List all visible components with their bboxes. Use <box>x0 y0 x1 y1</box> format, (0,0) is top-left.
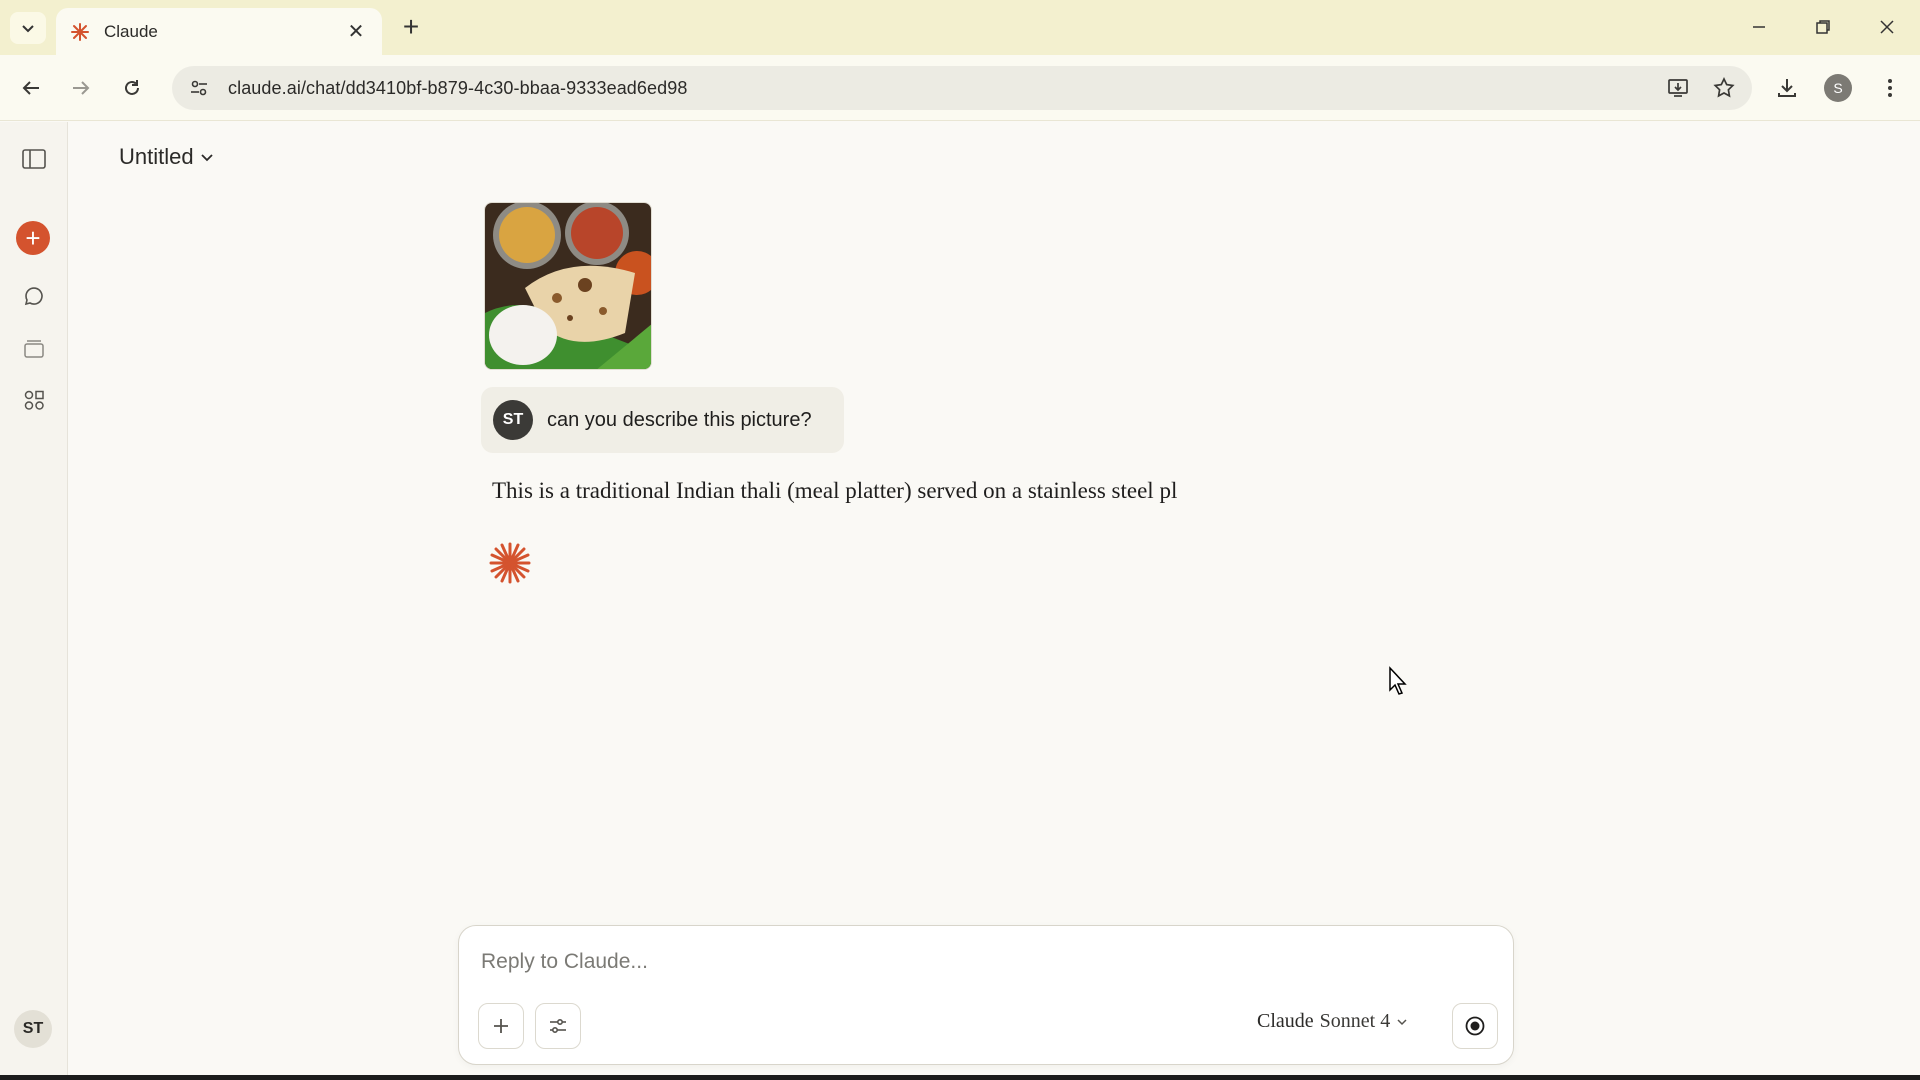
model-selector[interactable]: Claude Sonnet 4 <box>1257 1010 1408 1033</box>
browser-tab-strip: Claude ✕ + <box>0 0 1920 55</box>
browser-tab[interactable]: Claude ✕ <box>56 8 382 55</box>
tools-button[interactable] <box>535 1003 581 1049</box>
toggle-sidebar-button[interactable] <box>17 142 51 176</box>
user-message-text: can you describe this picture? <box>547 408 812 431</box>
user-message: ST can you describe this picture? <box>481 387 844 453</box>
model-brand: Claude <box>1257 1010 1314 1032</box>
forward-button[interactable] <box>64 71 98 105</box>
bookmark-star-icon[interactable] <box>1706 70 1742 106</box>
uploaded-image-thumbnail[interactable] <box>484 202 652 370</box>
browser-menu-button[interactable] <box>1873 71 1907 105</box>
restore-icon <box>1816 20 1830 34</box>
artifacts-button[interactable] <box>17 383 51 417</box>
folder-stack-icon <box>24 340 44 358</box>
download-icon <box>1778 79 1796 97</box>
claude-spark-icon <box>489 542 531 584</box>
arrow-right-icon <box>73 81 90 95</box>
claude-favicon-icon <box>71 22 89 41</box>
chat-title: Untitled <box>119 144 194 169</box>
plus-icon: + <box>25 223 41 253</box>
back-button[interactable] <box>14 71 48 105</box>
sliders-icon <box>550 1018 566 1034</box>
close-icon <box>1880 20 1894 34</box>
more-vertical-icon <box>1888 79 1892 97</box>
tab-search-button[interactable] <box>10 12 46 44</box>
url-text: claude.ai/chat/dd3410bf-b879-4c30-bbaa-9… <box>228 77 688 98</box>
browser-toolbar: claude.ai/chat/dd3410bf-b879-4c30-bbaa-9… <box>0 55 1920 121</box>
new-tab-button[interactable]: + <box>396 11 426 42</box>
chats-button[interactable] <box>17 279 51 313</box>
tab-title: Claude <box>104 21 158 41</box>
food-photo <box>485 203 651 369</box>
record-icon <box>1465 1016 1485 1036</box>
message-composer: Claude Sonnet 4 <box>458 925 1514 1065</box>
screen-bottom-edge <box>0 1075 1920 1080</box>
mouse-cursor-icon <box>1389 666 1407 695</box>
user-avatar[interactable]: ST <box>14 1010 52 1048</box>
chevron-down-icon <box>1397 1018 1407 1025</box>
chevron-down-icon <box>200 154 213 162</box>
reload-icon <box>125 80 139 95</box>
user-message-avatar: ST <box>493 400 533 440</box>
profile-avatar[interactable]: S <box>1824 74 1852 102</box>
projects-button[interactable] <box>17 331 51 365</box>
downloads-button[interactable] <box>1770 71 1804 105</box>
sidebar-toggle-icon <box>22 149 46 169</box>
shapes-icon <box>24 390 44 410</box>
add-attachment-button[interactable] <box>478 1003 524 1049</box>
chat-bubble-icon <box>24 287 43 306</box>
reload-button[interactable] <box>115 71 149 105</box>
restore-button[interactable] <box>1799 8 1847 46</box>
minimize-icon <box>1753 26 1765 28</box>
new-chat-button[interactable]: + <box>16 221 50 255</box>
assistant-message-text: This is a traditional Indian thali (meal… <box>492 478 1178 503</box>
plus-icon <box>494 1019 508 1033</box>
tab-close-icon[interactable]: ✕ <box>344 20 368 44</box>
sidebar-rail: + ST <box>0 122 68 1080</box>
chevron-down-icon <box>22 25 34 33</box>
model-name: Sonnet 4 <box>1319 1010 1391 1032</box>
reply-input[interactable] <box>481 950 1381 974</box>
site-info-icon[interactable] <box>184 73 214 103</box>
close-window-button[interactable] <box>1863 8 1911 46</box>
install-app-icon[interactable] <box>1660 70 1696 106</box>
chat-title-dropdown[interactable]: Untitled <box>119 144 214 170</box>
voice-mode-button[interactable] <box>1452 1003 1498 1049</box>
arrow-left-icon <box>22 81 39 95</box>
address-bar[interactable]: claude.ai/chat/dd3410bf-b879-4c30-bbaa-9… <box>172 66 1752 110</box>
minimize-button[interactable] <box>1735 8 1783 46</box>
